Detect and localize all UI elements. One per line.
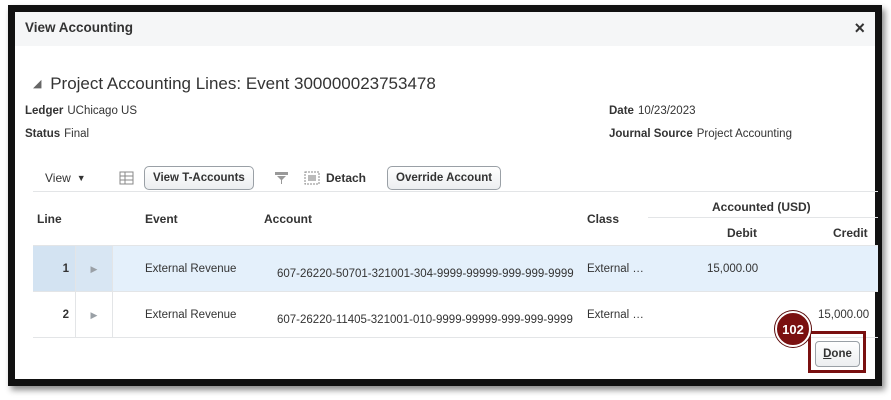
table-toolbar: View ▼ View T-Accounts Detach Override A… <box>33 165 873 191</box>
dialog-title: View Accounting <box>25 20 134 35</box>
row-event: External Revenue <box>145 263 237 275</box>
collapse-toggle-icon[interactable]: ◢ <box>33 78 41 90</box>
expand-row-icon[interactable]: ▶ <box>75 292 113 338</box>
header-divider <box>648 217 878 218</box>
override-account-button-wrap: Override Account <box>387 165 502 191</box>
journal-source-value: Project Accounting <box>696 128 792 140</box>
column-header-debit[interactable]: Debit <box>727 226 757 240</box>
ledger-value: UChicago US <box>67 105 138 117</box>
detach-button[interactable]: Detach <box>304 165 366 191</box>
dialog-header: View Accounting × <box>15 12 875 46</box>
table-row[interactable]: 2 ▶ External Revenue 607-26220-11405-321… <box>33 291 878 338</box>
ledger-label: Ledger <box>25 105 64 117</box>
status-value: Final <box>64 128 90 140</box>
row-class: External … <box>587 263 644 275</box>
column-header-account[interactable]: Account <box>264 212 312 226</box>
row-event: External Revenue <box>145 309 237 321</box>
detach-icon <box>304 171 320 185</box>
row-account[interactable]: 607-26220-50701-321001-304-9999-99999-99… <box>277 246 582 292</box>
view-accounting-dialog: View Accounting × ◢ Project Accounting L… <box>15 12 878 379</box>
row-line-number: 1 <box>33 246 75 292</box>
filter-icon-svg <box>275 172 288 184</box>
column-header-credit[interactable]: Credit <box>833 226 868 240</box>
section-title: Project Accounting Lines: Event 30000002… <box>50 74 436 93</box>
ledger-field: Ledger UChicago US <box>25 105 137 117</box>
table-header: Line Event Account Class Accounted (USD)… <box>33 191 878 245</box>
expand-row-icon[interactable]: ▶ <box>75 246 113 292</box>
status-field: Status Final <box>25 128 89 140</box>
column-header-class[interactable]: Class <box>587 212 619 226</box>
screenshot-frame: View Accounting × ◢ Project Accounting L… <box>8 5 882 386</box>
journal-source-label: Journal Source <box>609 128 693 140</box>
column-header-event[interactable]: Event <box>145 212 178 226</box>
accounting-lines-table: Line Event Account Class Accounted (USD)… <box>33 191 878 338</box>
status-label: Status <box>25 128 61 140</box>
view-menu-label: View <box>45 171 71 185</box>
row-account[interactable]: 607-26220-11405-321001-010-9999-99999-99… <box>277 292 582 338</box>
section-header: ◢ Project Accounting Lines: Event 300000… <box>33 74 436 94</box>
date-value: 10/23/2023 <box>637 105 696 117</box>
journal-source-field: Journal Source Project Accounting <box>609 128 792 140</box>
row-class: External … <box>587 309 644 321</box>
table-view-icon-svg <box>119 171 134 185</box>
view-t-accounts-button[interactable]: View T-Accounts <box>144 166 254 190</box>
table-row[interactable]: 1 ▶ External Revenue 607-26220-50701-321… <box>33 245 878 292</box>
detach-label: Detach <box>326 171 367 185</box>
chevron-down-icon: ▼ <box>76 173 86 183</box>
done-button[interactable]: Done <box>815 341 860 367</box>
done-mnemonic: D <box>823 348 832 360</box>
column-header-line[interactable]: Line <box>37 212 62 226</box>
table-view-icon[interactable] <box>119 165 134 191</box>
filter-icon[interactable] <box>274 165 289 191</box>
view-menu[interactable]: View ▼ <box>45 165 86 191</box>
row-debit: 15,000.00 <box>707 263 759 275</box>
view-t-accounts-button-wrap: View T-Accounts <box>144 165 254 191</box>
row-line-number: 2 <box>62 309 69 321</box>
date-label: Date <box>609 105 634 117</box>
override-account-button[interactable]: Override Account <box>387 166 502 190</box>
date-field: Date 10/23/2023 <box>609 105 696 117</box>
column-header-accounted-usd: Accounted (USD) <box>712 200 811 214</box>
close-icon[interactable]: × <box>854 19 865 37</box>
step-badge: 102 <box>775 311 811 347</box>
done-label-rest: one <box>831 348 852 360</box>
